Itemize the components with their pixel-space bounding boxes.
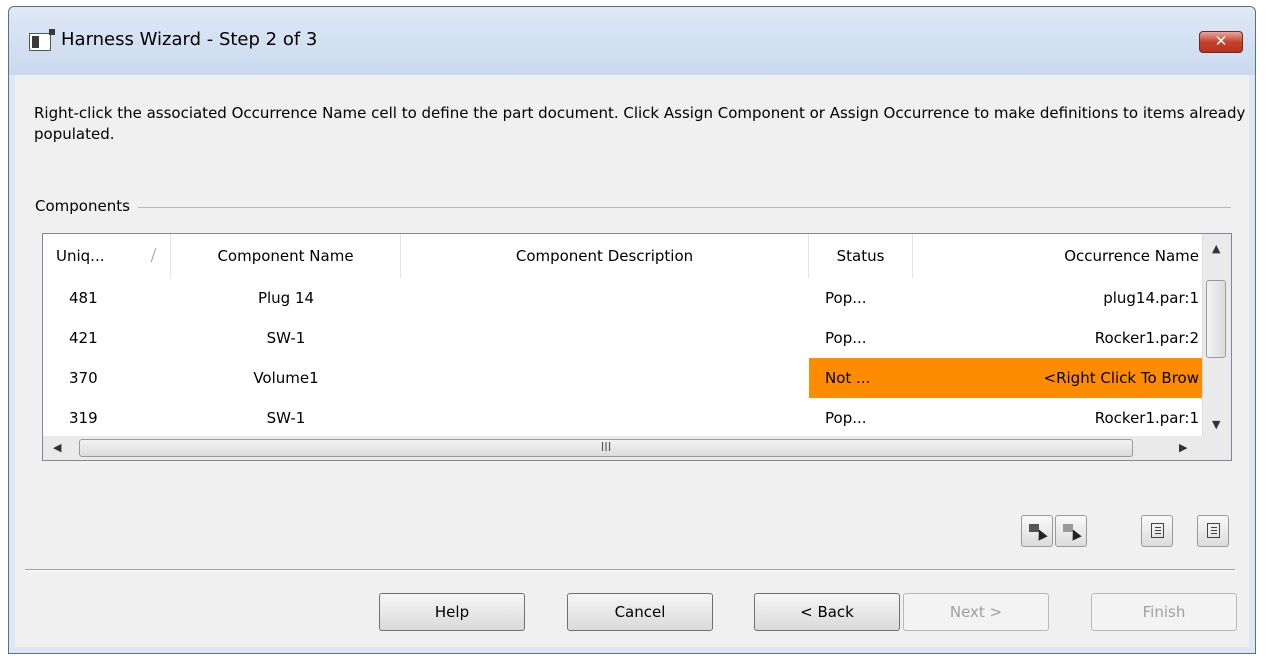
components-grid[interactable]: Uniq... Component Name Component Descrip… bbox=[42, 233, 1232, 461]
column-header-label: Uniq... bbox=[56, 247, 105, 265]
button-separator bbox=[25, 569, 1235, 571]
cancel-button[interactable]: Cancel bbox=[567, 593, 713, 631]
details-view-button[interactable] bbox=[1197, 515, 1229, 547]
title-bar[interactable]: Harness Wizard - Step 2 of 3 ✕ bbox=[9, 7, 1255, 75]
cell-status: Pop... bbox=[825, 289, 867, 307]
app-icon bbox=[29, 29, 55, 51]
table-row[interactable]: 421 SW-1 Pop... Rocker1.par:2 bbox=[43, 318, 1203, 358]
cell-component-name: Volume1 bbox=[253, 369, 319, 387]
help-button[interactable]: Help bbox=[379, 593, 525, 631]
components-group-label: Components bbox=[35, 197, 138, 215]
cell-status: Pop... bbox=[825, 329, 867, 347]
cell-unique-id: 370 bbox=[69, 369, 98, 387]
column-header-component-description[interactable]: Component Description bbox=[401, 234, 809, 278]
cursor-arrow-icon bbox=[1068, 527, 1082, 541]
details-view-icon bbox=[1207, 523, 1220, 538]
harness-wizard-window: Harness Wizard - Step 2 of 3 ✕ Right-cli… bbox=[8, 6, 1256, 654]
cell-unique-id: 481 bbox=[69, 289, 98, 307]
scrollbar-corner bbox=[1203, 436, 1231, 460]
cell-status: Pop... bbox=[825, 409, 867, 427]
cell-occurrence-name[interactable]: Rocker1.par:2 bbox=[913, 318, 1203, 358]
grid-header: Uniq... Component Name Component Descrip… bbox=[43, 234, 1203, 278]
cell-component-description bbox=[401, 358, 809, 398]
vertical-scrollbar[interactable]: ▲ ▼ bbox=[1202, 234, 1231, 438]
scroll-down-arrow-icon[interactable]: ▼ bbox=[1212, 418, 1220, 431]
assign-occurrence-button[interactable] bbox=[1055, 515, 1087, 547]
list-view-button[interactable] bbox=[1141, 515, 1173, 547]
table-row[interactable]: 319 SW-1 Pop... Rocker1.par:1 bbox=[43, 398, 1203, 438]
finish-button[interactable]: Finish bbox=[1091, 593, 1237, 631]
window-title: Harness Wizard - Step 2 of 3 bbox=[61, 29, 318, 50]
column-header-component-name[interactable]: Component Name bbox=[171, 234, 401, 278]
cell-unique-id: 421 bbox=[69, 329, 98, 347]
table-row[interactable]: 370 Volume1 Not ... <Right Click To Brow bbox=[43, 358, 1203, 398]
cell-occurrence-name[interactable]: <Right Click To Brow bbox=[913, 358, 1203, 398]
assign-component-button[interactable] bbox=[1021, 515, 1053, 547]
sort-icon bbox=[150, 248, 169, 262]
cell-occurrence-name[interactable]: plug14.par:1 bbox=[913, 278, 1203, 318]
column-header-status[interactable]: Status bbox=[809, 234, 913, 278]
scroll-left-arrow-icon[interactable]: ◀ bbox=[53, 441, 61, 454]
group-divider bbox=[35, 207, 1231, 208]
cell-component-name: Plug 14 bbox=[257, 289, 315, 307]
scroll-right-arrow-icon[interactable]: ▶ bbox=[1179, 441, 1187, 454]
vertical-scroll-thumb[interactable] bbox=[1206, 280, 1226, 358]
next-button[interactable]: Next > bbox=[903, 593, 1049, 631]
column-header-unique-id[interactable]: Uniq... bbox=[43, 234, 171, 278]
column-header-occurrence-name[interactable]: Occurrence Name bbox=[913, 234, 1203, 278]
dialog-content: Right-click the associated Occurrence Na… bbox=[15, 75, 1249, 647]
cursor-arrow-icon bbox=[1034, 527, 1048, 541]
back-button[interactable]: < Back bbox=[754, 593, 900, 631]
instructions-text: Right-click the associated Occurrence Na… bbox=[34, 104, 1246, 143]
horizontal-scrollbar[interactable]: ◀ III ▶ bbox=[43, 436, 1203, 460]
scroll-up-arrow-icon[interactable]: ▲ bbox=[1212, 242, 1220, 255]
cell-occurrence-name[interactable]: Rocker1.par:1 bbox=[913, 398, 1203, 438]
table-row[interactable]: 481 Plug 14 Pop... plug14.par:1 bbox=[43, 278, 1203, 318]
cell-component-description bbox=[401, 398, 809, 438]
close-button[interactable]: ✕ bbox=[1199, 31, 1243, 53]
cell-component-name: SW-1 bbox=[266, 329, 306, 347]
cell-component-name: SW-1 bbox=[266, 409, 306, 427]
cell-component-description bbox=[401, 278, 809, 318]
cell-unique-id: 319 bbox=[69, 409, 98, 427]
list-view-icon bbox=[1151, 523, 1164, 538]
cell-component-description bbox=[401, 318, 809, 358]
horizontal-scroll-thumb[interactable]: III bbox=[79, 439, 1133, 457]
cell-status: Not ... bbox=[809, 358, 913, 398]
